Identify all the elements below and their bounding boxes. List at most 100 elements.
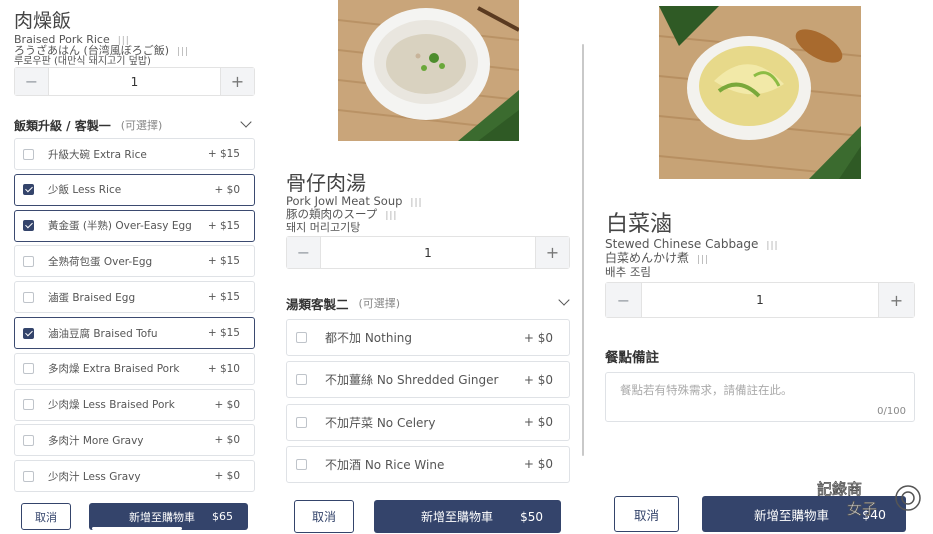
spice-bars-icon: |||	[177, 47, 190, 57]
checkbox-icon[interactable]	[296, 332, 307, 343]
panel-pork-jowl-soup: 骨仔肉湯 Pork Jowl Meat Soup ||| 豚の頬肉のスープ ||| …	[276, 0, 584, 534]
checkbox-icon[interactable]	[296, 374, 307, 386]
option-price: + $15	[207, 291, 240, 304]
chevron-down-icon[interactable]	[240, 116, 252, 128]
checkbox-icon[interactable]	[23, 470, 34, 482]
group-optional-label: (可選擇)	[120, 119, 163, 132]
option-row[interactable]: 少飯 Less Rice + $0	[14, 173, 255, 206]
svg-text:女子: 女子	[847, 500, 877, 518]
option-label: 不加薑絲 No Shredded Ginger	[325, 373, 499, 388]
option-price: + $0	[523, 372, 553, 387]
option-row[interactable]: 全熟荷包蛋 Over-Egg + $15	[14, 245, 255, 278]
minus-icon[interactable]: −	[15, 68, 49, 95]
home-indicator	[92, 527, 182, 530]
option-row[interactable]: 滷油豆腐 Braised Tofu + $15	[14, 317, 255, 349]
item-title: 白菜滷	[606, 212, 673, 237]
quantity-value: 1	[130, 74, 139, 89]
add-to-cart-label: 新增至購物車	[421, 510, 494, 524]
option-price: + $0	[523, 415, 553, 430]
scrollbar[interactable]	[582, 44, 584, 456]
add-to-cart-button[interactable]: 新增至購物車 $50	[374, 500, 561, 533]
plus-icon[interactable]: +	[878, 283, 914, 317]
option-row[interactable]: 滷蛋 Braised Egg + $15	[14, 281, 255, 314]
checkbox-icon[interactable]	[23, 399, 34, 411]
notes-textarea[interactable]: 餐點若有特殊需求，請備註在此。 0/100	[605, 372, 915, 422]
option-price: + $15	[207, 148, 240, 160]
option-row[interactable]: 黃金蛋 (半熟) Over-Easy Egg + $15	[14, 209, 255, 242]
item-name-ko: 돼지 머리고기탕	[286, 221, 361, 234]
option-group-header[interactable]: 飯類升級 / 客製一 (可選擇)	[14, 116, 254, 133]
option-row[interactable]: 少肉燥 Less Braised Pork + $0	[14, 388, 255, 421]
option-row[interactable]: 多肉汁 More Gravy + $0	[14, 424, 255, 457]
checkbox-icon[interactable]	[23, 363, 34, 375]
notes-char-count: 0/100	[877, 406, 906, 417]
group-title: 飯類升級 / 客製一	[14, 118, 111, 133]
group-optional-label: (可選擇)	[358, 297, 401, 310]
footer-bar: 取消 新增至購物車 $50	[276, 490, 584, 534]
option-price: + $15	[207, 327, 240, 339]
minus-icon[interactable]: −	[287, 237, 321, 268]
cart-total: $50	[520, 509, 543, 524]
option-label: 全熟荷包蛋 Over-Egg	[48, 255, 153, 268]
checkbox-checked-icon[interactable]	[23, 220, 34, 232]
checkbox-icon[interactable]	[296, 458, 307, 470]
checkbox-icon[interactable]	[23, 434, 34, 446]
option-price: + $15	[207, 255, 240, 268]
option-row[interactable]: 多肉燥 Extra Braised Pork + $10	[14, 352, 255, 385]
plus-icon[interactable]: +	[535, 237, 569, 268]
watermark-logo: 記錄商 女子	[815, 474, 925, 518]
add-to-cart-label: 新增至購物車	[129, 510, 195, 524]
item-title: 骨仔肉湯	[286, 171, 366, 195]
quantity-value: 1	[756, 293, 764, 307]
option-group-header[interactable]: 湯類客製二 (可選擇)	[286, 294, 570, 312]
screen: 肉燥飯 Braised Pork Rice ||| ろうざあはん (台湾風ぼろご飯…	[0, 0, 933, 534]
notes-title: 餐點備註	[605, 350, 659, 366]
option-price: + $0	[214, 183, 241, 196]
add-to-cart-button[interactable]: 新增至購物車 $65	[89, 503, 248, 530]
option-label: 都不加 Nothing	[325, 331, 413, 345]
spice-bars-icon: |||	[697, 255, 710, 265]
option-label: 滷油豆腐 Braised Tofu	[48, 327, 158, 340]
panel-braised-pork-rice: 肉燥飯 Braised Pork Rice ||| ろうざあはん (台湾風ぼろご飯…	[0, 0, 272, 534]
quantity-stepper: − 1 +	[14, 67, 255, 96]
checkbox-icon[interactable]	[23, 291, 34, 303]
spice-bars-icon: |||	[385, 211, 398, 221]
item-title: 肉燥飯	[14, 10, 72, 32]
chevron-down-icon[interactable]	[558, 294, 570, 306]
option-row[interactable]: 不加酒 No Rice Wine + $0	[286, 445, 570, 483]
spice-bars-icon: |||	[766, 241, 779, 251]
group-title: 湯類客製二	[286, 296, 349, 312]
option-label: 少飯 Less Rice	[48, 184, 122, 197]
option-label: 多肉汁 More Gravy	[48, 434, 144, 447]
spice-bars-icon: |||	[410, 198, 423, 208]
option-price: + $0	[214, 434, 241, 447]
option-row[interactable]: 都不加 Nothing + $0	[286, 319, 570, 356]
option-label: 黃金蛋 (半熟) Over-Easy Egg	[48, 220, 192, 233]
option-price: + $10	[207, 362, 240, 375]
checkbox-icon[interactable]	[23, 148, 34, 160]
item-name-ko: 배추 조림	[605, 265, 651, 279]
option-label: 不加酒 No Rice Wine	[325, 457, 445, 472]
plus-icon[interactable]: +	[220, 68, 254, 95]
checkbox-icon[interactable]	[296, 416, 307, 428]
option-label: 滷蛋 Braised Egg	[48, 291, 136, 304]
option-row[interactable]: 升級大碗 Extra Rice + $15	[14, 138, 255, 170]
notes-placeholder: 餐點若有特殊需求，請備註在此。	[620, 383, 793, 397]
cancel-button[interactable]: 取消	[614, 496, 679, 532]
option-price: + $0	[523, 330, 553, 345]
checkbox-checked-icon[interactable]	[23, 327, 34, 339]
option-label: 少肉汁 Less Gravy	[48, 470, 141, 483]
minus-icon[interactable]: −	[606, 283, 642, 317]
cancel-button[interactable]: 取消	[294, 500, 354, 533]
svg-text:記錄商: 記錄商	[817, 480, 862, 498]
option-label: 不加芹菜 No Celery	[325, 415, 436, 430]
quantity-stepper: − 1 +	[605, 282, 915, 318]
cancel-button[interactable]: 取消	[21, 503, 71, 530]
option-label: 少肉燥 Less Braised Pork	[48, 399, 175, 412]
option-price: + $0	[523, 457, 553, 472]
option-row[interactable]: 少肉汁 Less Gravy + $0	[14, 460, 255, 493]
checkbox-icon[interactable]	[23, 255, 34, 267]
checkbox-checked-icon[interactable]	[23, 184, 34, 196]
option-row[interactable]: 不加薑絲 No Shredded Ginger + $0	[286, 361, 570, 399]
option-row[interactable]: 不加芹菜 No Celery + $0	[286, 403, 570, 441]
